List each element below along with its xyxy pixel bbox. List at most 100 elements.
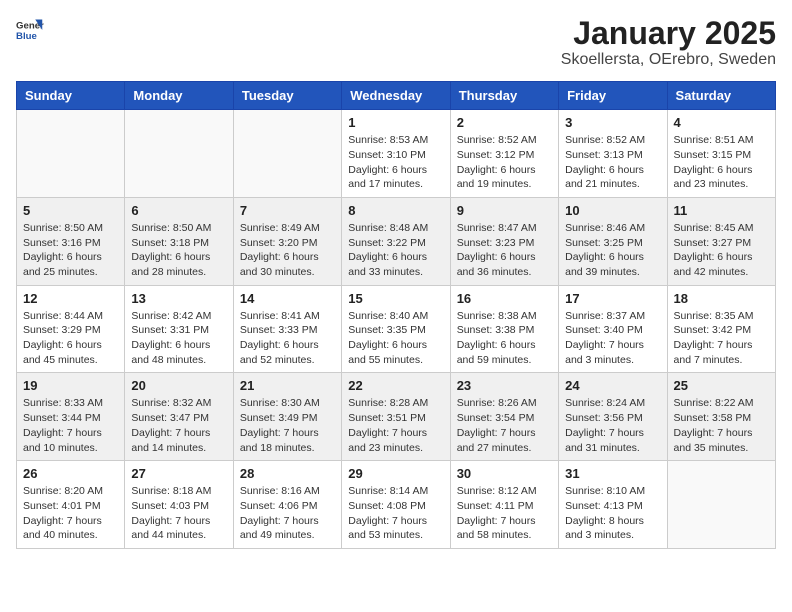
day-info: Sunrise: 8:47 AMSunset: 3:23 PMDaylight:… xyxy=(457,221,552,280)
day-info: Sunrise: 8:49 AMSunset: 3:20 PMDaylight:… xyxy=(240,221,335,280)
calendar-title: January 2025 xyxy=(561,16,776,51)
calendar-cell: 22 Sunrise: 8:28 AMSunset: 3:51 PMDayligh… xyxy=(342,373,450,461)
day-info: Sunrise: 8:24 AMSunset: 3:56 PMDaylight:… xyxy=(565,396,660,455)
svg-text:Blue: Blue xyxy=(16,31,37,42)
day-number: 28 xyxy=(240,466,335,481)
calendar-cell: 14 Sunrise: 8:41 AMSunset: 3:33 PMDayligh… xyxy=(233,285,341,373)
calendar-cell: 23Sunrise: 8:26 AMSunset: 3:54 PMDayligh… xyxy=(450,373,558,461)
day-number: 25 xyxy=(674,378,769,393)
header-sunday: Sunday xyxy=(17,82,125,110)
day-number: 10 xyxy=(565,203,660,218)
day-number: 23 xyxy=(457,378,552,393)
calendar-cell: 6 Sunrise: 8:50 AMSunset: 3:18 PMDaylight… xyxy=(125,197,233,285)
day-number: 19 xyxy=(23,378,118,393)
calendar-cell: 20 Sunrise: 8:32 AMSunset: 3:47 PMDayligh… xyxy=(125,373,233,461)
day-number: 6 xyxy=(131,203,226,218)
day-info: Sunrise: 8:28 AMSunset: 3:51 PMDaylight:… xyxy=(348,396,443,455)
day-number: 29 xyxy=(348,466,443,481)
day-info: Sunrise: 8:22 AMSunset: 3:58 PMDaylight:… xyxy=(674,396,769,455)
day-info: Sunrise: 8:14 AMSunset: 4:08 PMDaylight:… xyxy=(348,484,443,543)
day-number: 4 xyxy=(674,115,769,130)
day-number: 3 xyxy=(565,115,660,130)
calendar-cell: 19 Sunrise: 8:33 AMSunset: 3:44 PMDayligh… xyxy=(17,373,125,461)
calendar-table: SundayMondayTuesdayWednesdayThursdayFrid… xyxy=(16,81,776,549)
day-info: Sunrise: 8:50 AMSunset: 3:18 PMDaylight:… xyxy=(131,221,226,280)
calendar-subtitle: Skoellersta, OErebro, Sweden xyxy=(561,51,776,69)
calendar-cell: 31 Sunrise: 8:10 AMSunset: 4:13 PMDayligh… xyxy=(559,461,667,549)
week-row-2: 5 Sunrise: 8:50 AMSunset: 3:16 PMDaylight… xyxy=(17,197,776,285)
day-info: Sunrise: 8:32 AMSunset: 3:47 PMDaylight:… xyxy=(131,396,226,455)
calendar-cell xyxy=(233,110,341,198)
day-number: 20 xyxy=(131,378,226,393)
day-number: 18 xyxy=(674,291,769,306)
calendar-cell: 27 Sunrise: 8:18 AMSunset: 4:03 PMDayligh… xyxy=(125,461,233,549)
header-saturday: Saturday xyxy=(667,82,775,110)
day-number: 17 xyxy=(565,291,660,306)
day-number: 8 xyxy=(348,203,443,218)
day-number: 13 xyxy=(131,291,226,306)
day-info: Sunrise: 8:53 AMSunset: 3:10 PMDaylight:… xyxy=(348,133,443,192)
day-number: 26 xyxy=(23,466,118,481)
week-row-3: 12Sunrise: 8:44 AMSunset: 3:29 PMDayligh… xyxy=(17,285,776,373)
week-row-5: 26Sunrise: 8:20 AMSunset: 4:01 PMDayligh… xyxy=(17,461,776,549)
day-number: 2 xyxy=(457,115,552,130)
day-info: Sunrise: 8:38 AMSunset: 3:38 PMDaylight:… xyxy=(457,309,552,368)
day-number: 21 xyxy=(240,378,335,393)
day-number: 22 xyxy=(348,378,443,393)
logo: General Blue xyxy=(16,16,44,44)
title-block: January 2025 Skoellersta, OErebro, Swede… xyxy=(561,16,776,69)
day-number: 24 xyxy=(565,378,660,393)
calendar-cell: 26Sunrise: 8:20 AMSunset: 4:01 PMDayligh… xyxy=(17,461,125,549)
day-info: Sunrise: 8:52 AMSunset: 3:12 PMDaylight:… xyxy=(457,133,552,192)
day-info: Sunrise: 8:48 AMSunset: 3:22 PMDaylight:… xyxy=(348,221,443,280)
calendar-cell: 1 Sunrise: 8:53 AMSunset: 3:10 PMDaylight… xyxy=(342,110,450,198)
calendar-cell: 5 Sunrise: 8:50 AMSunset: 3:16 PMDaylight… xyxy=(17,197,125,285)
day-info: Sunrise: 8:41 AMSunset: 3:33 PMDaylight:… xyxy=(240,309,335,368)
calendar-cell xyxy=(667,461,775,549)
day-number: 1 xyxy=(348,115,443,130)
day-info: Sunrise: 8:51 AMSunset: 3:15 PMDaylight:… xyxy=(674,133,769,192)
calendar-cell: 24 Sunrise: 8:24 AMSunset: 3:56 PMDayligh… xyxy=(559,373,667,461)
calendar-cell: 30Sunrise: 8:12 AMSunset: 4:11 PMDayligh… xyxy=(450,461,558,549)
calendar-cell: 17 Sunrise: 8:37 AMSunset: 3:40 PMDayligh… xyxy=(559,285,667,373)
calendar-cell: 18 Sunrise: 8:35 AMSunset: 3:42 PMDayligh… xyxy=(667,285,775,373)
day-info: Sunrise: 8:52 AMSunset: 3:13 PMDaylight:… xyxy=(565,133,660,192)
calendar-cell: 12Sunrise: 8:44 AMSunset: 3:29 PMDayligh… xyxy=(17,285,125,373)
day-info: Sunrise: 8:42 AMSunset: 3:31 PMDaylight:… xyxy=(131,309,226,368)
calendar-cell: 10 Sunrise: 8:46 AMSunset: 3:25 PMDayligh… xyxy=(559,197,667,285)
day-info: Sunrise: 8:50 AMSunset: 3:16 PMDaylight:… xyxy=(23,221,118,280)
day-info: Sunrise: 8:46 AMSunset: 3:25 PMDaylight:… xyxy=(565,221,660,280)
calendar-cell: 3 Sunrise: 8:52 AMSunset: 3:13 PMDaylight… xyxy=(559,110,667,198)
day-number: 31 xyxy=(565,466,660,481)
day-number: 11 xyxy=(674,203,769,218)
day-info: Sunrise: 8:35 AMSunset: 3:42 PMDaylight:… xyxy=(674,309,769,368)
calendar-cell: 21Sunrise: 8:30 AMSunset: 3:49 PMDayligh… xyxy=(233,373,341,461)
logo-icon: General Blue xyxy=(16,16,44,44)
calendar-cell: 9 Sunrise: 8:47 AMSunset: 3:23 PMDaylight… xyxy=(450,197,558,285)
calendar-cell: 29 Sunrise: 8:14 AMSunset: 4:08 PMDayligh… xyxy=(342,461,450,549)
day-number: 9 xyxy=(457,203,552,218)
day-info: Sunrise: 8:10 AMSunset: 4:13 PMDaylight:… xyxy=(565,484,660,543)
day-number: 15 xyxy=(348,291,443,306)
day-number: 14 xyxy=(240,291,335,306)
calendar-cell: 8 Sunrise: 8:48 AMSunset: 3:22 PMDaylight… xyxy=(342,197,450,285)
calendar-cell: 25 Sunrise: 8:22 AMSunset: 3:58 PMDayligh… xyxy=(667,373,775,461)
day-info: Sunrise: 8:40 AMSunset: 3:35 PMDaylight:… xyxy=(348,309,443,368)
day-number: 16 xyxy=(457,291,552,306)
day-info: Sunrise: 8:16 AMSunset: 4:06 PMDaylight:… xyxy=(240,484,335,543)
day-number: 27 xyxy=(131,466,226,481)
week-row-1: 1 Sunrise: 8:53 AMSunset: 3:10 PMDaylight… xyxy=(17,110,776,198)
header-tuesday: Tuesday xyxy=(233,82,341,110)
day-info: Sunrise: 8:33 AMSunset: 3:44 PMDaylight:… xyxy=(23,396,118,455)
calendar-cell: 7 Sunrise: 8:49 AMSunset: 3:20 PMDaylight… xyxy=(233,197,341,285)
day-info: Sunrise: 8:18 AMSunset: 4:03 PMDaylight:… xyxy=(131,484,226,543)
calendar-cell: 16 Sunrise: 8:38 AMSunset: 3:38 PMDayligh… xyxy=(450,285,558,373)
day-number: 5 xyxy=(23,203,118,218)
week-row-4: 19 Sunrise: 8:33 AMSunset: 3:44 PMDayligh… xyxy=(17,373,776,461)
day-info: Sunrise: 8:37 AMSunset: 3:40 PMDaylight:… xyxy=(565,309,660,368)
day-number: 7 xyxy=(240,203,335,218)
header-wednesday: Wednesday xyxy=(342,82,450,110)
calendar-cell: 4 Sunrise: 8:51 AMSunset: 3:15 PMDaylight… xyxy=(667,110,775,198)
calendar-cell: 28 Sunrise: 8:16 AMSunset: 4:06 PMDayligh… xyxy=(233,461,341,549)
page-header: General Blue January 2025 Skoellersta, O… xyxy=(16,16,776,69)
